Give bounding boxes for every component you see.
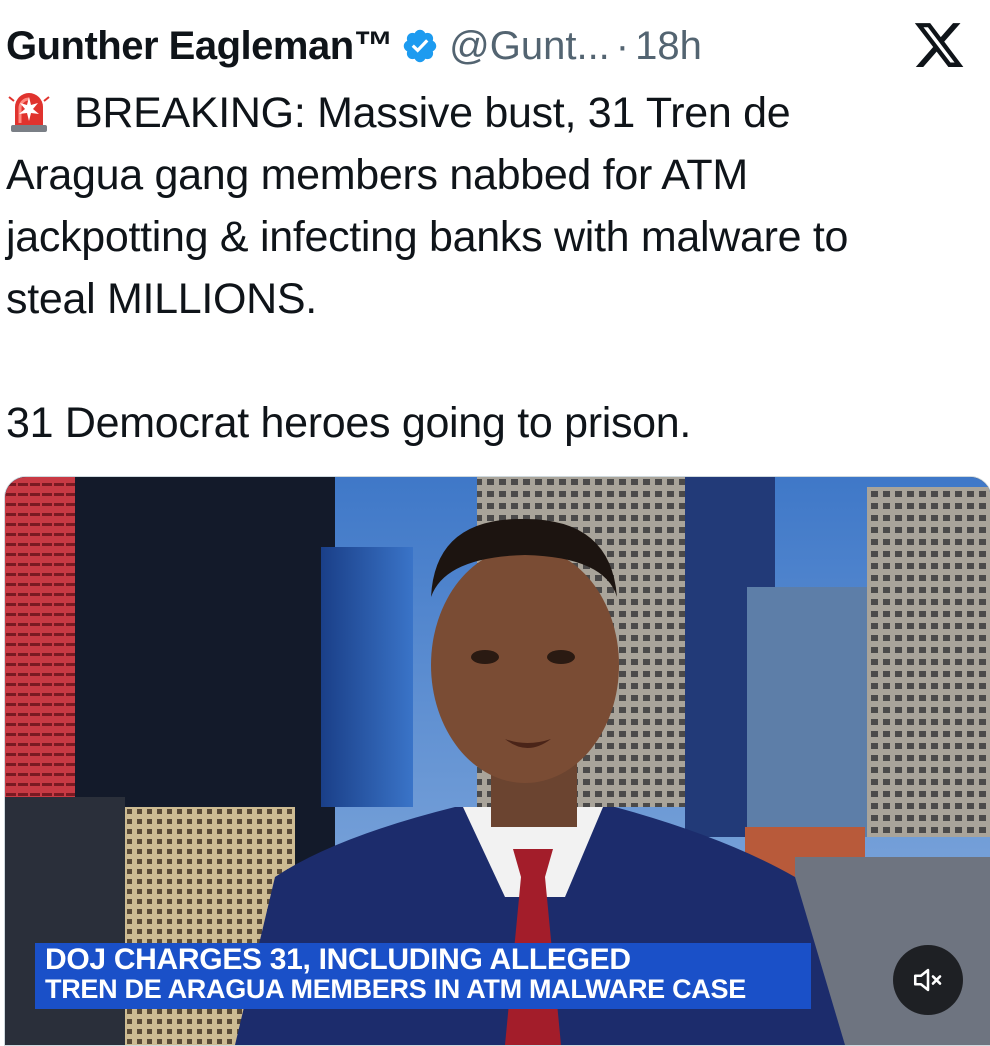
mute-button[interactable] xyxy=(893,945,963,1015)
author-name[interactable]: Gunther Eagleman™ xyxy=(6,24,394,69)
chyron-headline: DOJ CHARGES 31, INCLUDING ALLEGED xyxy=(45,943,631,976)
post-timestamp[interactable]: 18h xyxy=(635,24,702,69)
post-text: BREAKING: Massive bust, 31 Tren de Aragu… xyxy=(6,82,986,454)
separator-dot: · xyxy=(615,23,630,68)
post-header: Gunther Eagleman™ @Gunt... · 18h xyxy=(6,14,986,78)
siren-emoji-icon xyxy=(8,93,50,132)
post-text-line-1: BREAKING: Massive bust, 31 Tren de xyxy=(74,89,791,137)
x-logo-icon[interactable] xyxy=(912,18,966,72)
verified-badge-icon xyxy=(403,29,437,63)
post-text-line-4: steal MILLIONS. xyxy=(6,275,317,323)
news-chyron: DOJ CHARGES 31, INCLUDING ALLEGED TREN D… xyxy=(35,943,811,1009)
volume-muted-icon xyxy=(913,968,942,992)
post-text-line-5: 31 Democrat heroes going to prison. xyxy=(6,399,692,447)
author-handle[interactable]: @Gunt... xyxy=(449,24,610,69)
post-text-line-2: Aragua gang members nabbed for ATM xyxy=(6,151,748,199)
post-text-line: BREAKING: Massive bust, 31 Tren de xyxy=(6,82,986,144)
post-text-line-3: jackpotting & infecting banks with malwa… xyxy=(6,213,849,261)
video-player[interactable]: DOJ CHARGES 31, INCLUDING ALLEGED TREN D… xyxy=(4,476,990,1046)
chyron-subheadline: TREN DE ARAGUA MEMBERS IN ATM MALWARE CA… xyxy=(45,974,746,1004)
